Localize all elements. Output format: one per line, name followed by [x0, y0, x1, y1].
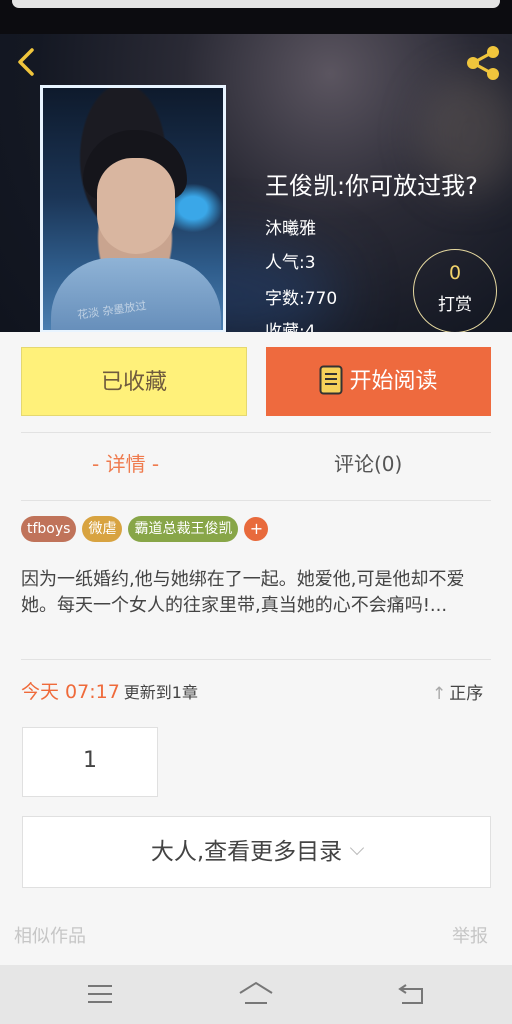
tag[interactable]: 微虐 [82, 516, 123, 542]
divider [21, 659, 491, 660]
tip-count: 0 [448, 262, 462, 284]
return-icon[interactable] [392, 979, 432, 1009]
divider [21, 500, 491, 501]
book-title: 王俊凯:你可放过我? [265, 172, 478, 200]
cover-figure [51, 258, 221, 330]
view-more-label: 大人,查看更多目录 [150, 839, 343, 865]
tab-comments[interactable]: 评论(0) [334, 448, 402, 477]
tag[interactable]: tfboys [21, 516, 77, 542]
arrow-up-icon: ↑ [432, 684, 447, 704]
view-more-catalog-button[interactable]: 大人,查看更多目录 [22, 816, 491, 888]
favorites-stat: 收藏:4 [265, 322, 316, 332]
update-text: 更新到1章 [123, 683, 198, 702]
popularity-stat: 人气:3 [265, 253, 316, 273]
sort-label: 正序 [449, 684, 484, 704]
tab-detail[interactable]: - 详情 - [92, 448, 159, 477]
tip-label: 打赏 [438, 295, 472, 315]
home-icon[interactable] [236, 979, 276, 1009]
divider [21, 432, 491, 433]
system-nav-bar [0, 965, 512, 1024]
chevron-down-icon [350, 840, 365, 856]
book-description[interactable]: 因为一纸婚约,他与她绑在了一起。她爱他,可是他却不爱她。每天一个女人的往家里带,… [21, 567, 491, 619]
share-icon[interactable] [464, 44, 502, 82]
tag[interactable]: 霸道总裁王俊凯 [128, 516, 239, 542]
update-time: 今天 07:17 [21, 681, 120, 703]
book-author[interactable]: 沐曦雅 [265, 214, 316, 239]
add-tag-button[interactable]: + [244, 517, 269, 541]
update-info: 今天 07:17 更新到1章 [21, 677, 198, 704]
favorited-button[interactable]: 已收藏 [21, 347, 247, 416]
book-cover[interactable]: 花淡 杂墨放过 [40, 85, 226, 332]
book-icon [319, 365, 343, 395]
chapter-item[interactable]: 1 [22, 727, 158, 797]
start-reading-label: 开始阅读 [349, 369, 438, 394]
tip-button[interactable]: 0 打赏 [413, 249, 497, 332]
tag-list: tfboys 微虐 霸道总裁王俊凯 + [21, 516, 269, 542]
start-reading-button[interactable]: 开始阅读 [266, 347, 491, 416]
status-bar [0, 0, 512, 34]
search-pill[interactable] [12, 0, 500, 8]
similar-works-label: 相似作品 [14, 926, 86, 947]
report-link[interactable]: 举报 [452, 922, 488, 948]
word-count-stat: 字数:770 [265, 289, 338, 309]
book-header: 花淡 杂墨放过 王俊凯:你可放过我? 沐曦雅 人气:3 字数:770 收藏:4 … [0, 34, 512, 332]
menu-icon[interactable] [80, 979, 120, 1009]
sort-toggle[interactable]: ↑ 正序 [432, 679, 483, 704]
back-icon[interactable] [12, 44, 42, 80]
cover-figure [97, 158, 175, 254]
